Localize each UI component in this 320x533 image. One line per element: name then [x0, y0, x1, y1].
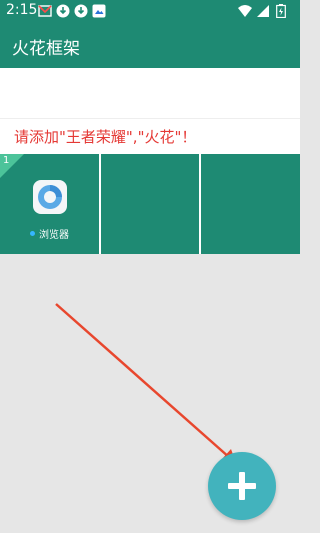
- download-icon: [56, 4, 70, 18]
- signal-icon: [257, 5, 269, 17]
- app-label-row: 浏览器: [30, 226, 69, 241]
- app-title: 火花框架: [12, 39, 80, 59]
- status-dot: [30, 230, 35, 236]
- wifi-icon: [238, 5, 252, 17]
- add-button[interactable]: [208, 452, 276, 520]
- download-icon: [74, 4, 88, 18]
- plus-icon: [228, 472, 256, 500]
- app-slot-1[interactable]: 1 浏览器: [0, 154, 99, 254]
- app-slot-3[interactable]: [201, 154, 300, 254]
- app-label: 浏览器: [39, 229, 69, 241]
- mail-icon: [38, 5, 52, 17]
- browser-icon[interactable]: [33, 180, 67, 214]
- instruction-text: 请添加"王者荣耀","火花"！: [14, 128, 197, 146]
- status-bar: 2:15: [0, 0, 300, 22]
- app-slot-grid: 1 浏览器: [0, 152, 300, 254]
- slot-badge-number: 1: [3, 155, 10, 166]
- app-slot-2[interactable]: [101, 154, 199, 254]
- status-time: 2:15: [6, 2, 38, 18]
- image-icon: [92, 4, 106, 18]
- note-band: 请添加"王者荣耀","火花"！: [0, 118, 300, 152]
- content-banner: [0, 68, 300, 118]
- battery-icon: [276, 4, 286, 18]
- app-bar: 火花框架: [0, 22, 300, 68]
